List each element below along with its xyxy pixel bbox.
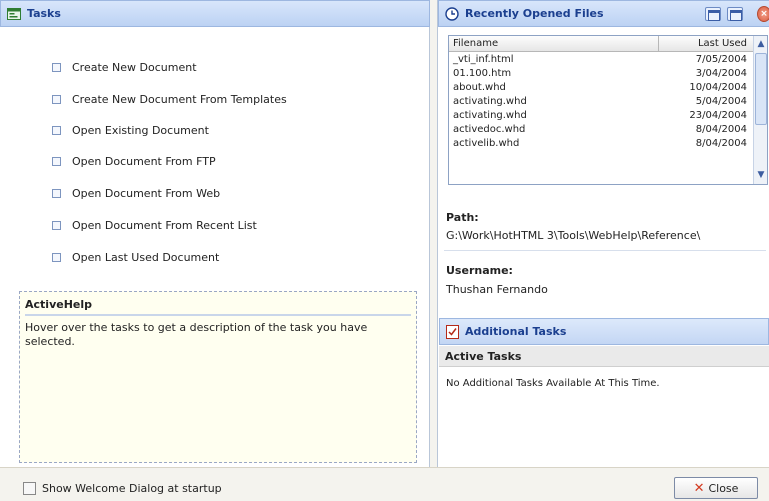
file-name: about.whd	[453, 82, 506, 93]
file-name: _vti_inf.html	[453, 54, 514, 65]
scroll-down-icon[interactable]: ▼	[755, 168, 767, 182]
file-last-used: 10/04/2004	[689, 82, 747, 93]
divider	[444, 250, 766, 251]
file-row[interactable]: activating.whd 23/04/2004	[449, 110, 753, 124]
close-x-icon: ✕	[693, 480, 705, 496]
task-label: Create New Document From Templates	[72, 93, 287, 106]
task-bullet-icon	[52, 126, 61, 135]
column-header-last-used[interactable]: Last Used	[698, 38, 747, 49]
file-row[interactable]: activating.whd 5/04/2004	[449, 96, 753, 110]
task-open-from-ftp[interactable]: Open Document From FTP	[52, 155, 216, 168]
activehelp-title: ActiveHelp	[25, 298, 93, 311]
restore-window-icon[interactable]	[705, 7, 721, 21]
task-create-from-templates[interactable]: Create New Document From Templates	[52, 93, 287, 106]
task-label: Open Last Used Document	[72, 251, 220, 264]
file-row[interactable]: 01.100.htm 3/04/2004	[449, 68, 753, 82]
file-row[interactable]: _vti_inf.html 7/05/2004	[449, 54, 753, 68]
column-header-filename[interactable]: Filename	[453, 38, 498, 49]
file-row[interactable]: activedoc.whd 8/04/2004	[449, 124, 753, 138]
activehelp-divider	[25, 314, 411, 316]
task-label: Open Document From Recent List	[72, 219, 257, 232]
task-label: Open Document From FTP	[72, 155, 216, 168]
clock-icon	[445, 6, 459, 21]
additional-tasks-title: Additional Tasks	[465, 325, 567, 338]
task-bullet-icon	[52, 221, 61, 230]
task-bullet-icon	[52, 189, 61, 198]
task-open-from-web[interactable]: Open Document From Web	[52, 187, 220, 200]
file-list-scrollbar[interactable]: ▲ ▼	[753, 36, 767, 184]
file-name: activelib.whd	[453, 138, 520, 149]
file-row[interactable]: activelib.whd 8/04/2004	[449, 138, 753, 152]
task-open-from-recent-list[interactable]: Open Document From Recent List	[52, 219, 257, 232]
file-list-header: Filename Last Used	[449, 36, 753, 52]
close-button[interactable]: ✕ Close	[674, 477, 758, 499]
checklist-icon	[446, 324, 459, 339]
file-name: activating.whd	[453, 96, 527, 107]
file-last-used: 3/04/2004	[695, 68, 747, 79]
additional-tasks-message: No Additional Tasks Available At This Ti…	[446, 378, 660, 389]
scroll-up-icon[interactable]: ▲	[755, 37, 767, 51]
task-open-last-used[interactable]: Open Last Used Document	[52, 251, 219, 264]
tasks-pane: Tasks Create New Document Create New Doc…	[0, 0, 430, 467]
close-button-label: Close	[708, 481, 739, 495]
right-pane: Recently Opened Files × Filename Last Us…	[437, 0, 769, 467]
startup-label: Show Welcome Dialog at startup	[42, 482, 222, 495]
recent-files-header: Recently Opened Files ×	[438, 0, 769, 27]
active-tasks-label: Active Tasks	[439, 346, 769, 367]
file-name: activedoc.whd	[453, 124, 526, 135]
task-bullet-icon	[52, 95, 61, 104]
task-bullet-icon	[52, 253, 61, 262]
file-last-used: 5/04/2004	[695, 96, 747, 107]
additional-tasks-header: Additional Tasks	[439, 318, 769, 345]
file-row[interactable]: about.whd 10/04/2004	[449, 82, 753, 96]
task-label: Open Existing Document	[72, 124, 209, 137]
startup-checkbox[interactable]	[23, 482, 36, 495]
task-label: Open Document From Web	[72, 187, 221, 200]
tasks-header: Tasks	[0, 0, 430, 27]
footer: Show Welcome Dialog at startup ✕ Close	[0, 467, 769, 501]
column-divider[interactable]	[658, 36, 659, 52]
file-last-used: 7/05/2004	[695, 54, 747, 65]
activehelp-text: Hover over the tasks to get a descriptio…	[25, 321, 368, 348]
task-bullet-icon	[52, 157, 61, 166]
file-last-used: 8/04/2004	[695, 124, 747, 135]
username-label: Username:	[446, 264, 513, 277]
path-value: G:\Work\HotHTML 3\Tools\WebHelp\Referenc…	[446, 229, 701, 242]
task-create-new-document[interactable]: Create New Document	[52, 61, 197, 74]
recent-files-list[interactable]: Filename Last Used _vti_inf.html 7/05/20…	[448, 35, 768, 185]
username-value: Thushan Fernando	[446, 283, 548, 296]
scroll-thumb[interactable]	[755, 53, 767, 125]
close-icon[interactable]: ×	[757, 6, 769, 22]
recent-files-title: Recently Opened Files	[465, 7, 604, 20]
task-bullet-icon	[52, 63, 61, 72]
tasks-title: Tasks	[27, 7, 61, 20]
activehelp-box: ActiveHelp Hover over the tasks to get a…	[19, 291, 417, 463]
maximize-window-icon[interactable]	[727, 7, 743, 21]
file-last-used: 23/04/2004	[689, 110, 747, 121]
task-label: Create New Document	[72, 61, 197, 74]
tasks-window-icon	[7, 7, 21, 20]
task-open-existing-document[interactable]: Open Existing Document	[52, 124, 209, 137]
file-name: 01.100.htm	[453, 68, 512, 79]
file-name: activating.whd	[453, 110, 527, 121]
file-last-used: 8/04/2004	[695, 138, 747, 149]
path-label: Path:	[446, 211, 479, 224]
